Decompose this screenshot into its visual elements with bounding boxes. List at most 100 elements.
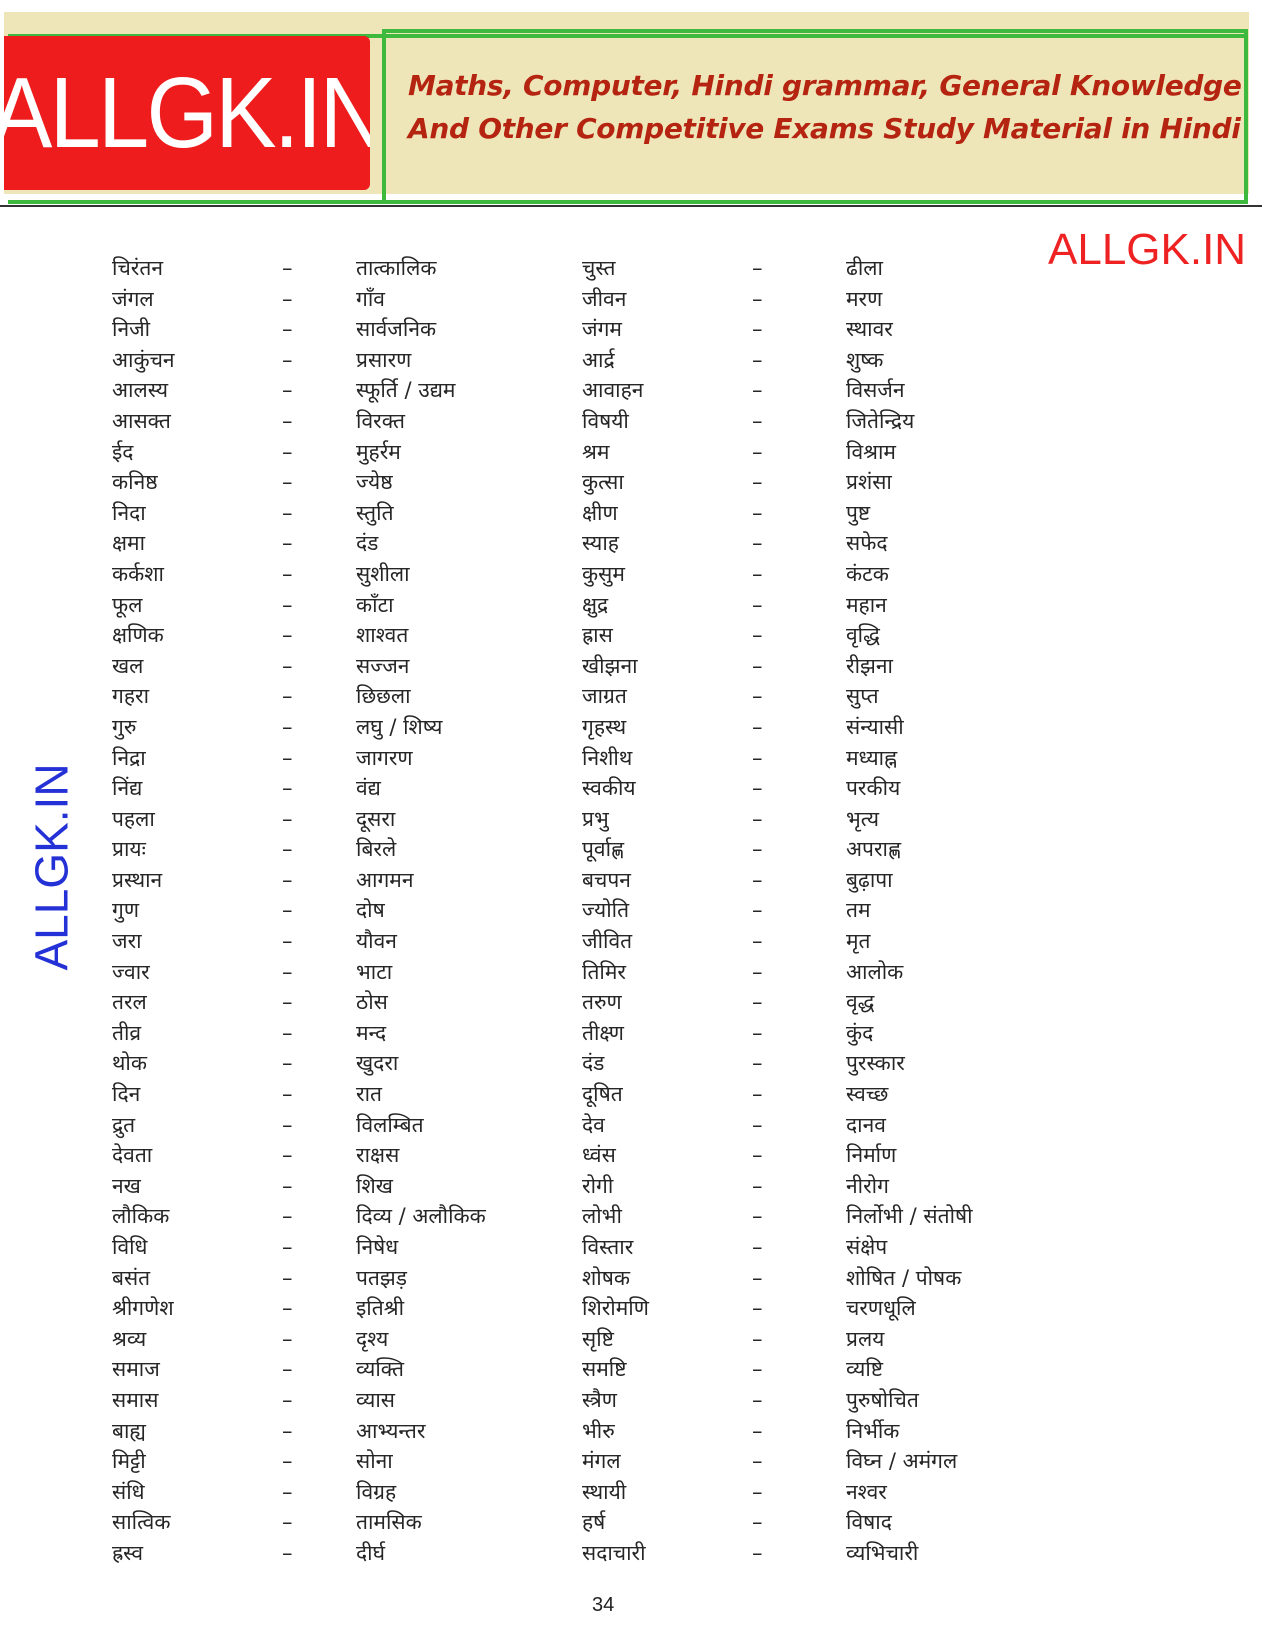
word-col-1: क्षणिक bbox=[112, 623, 164, 648]
dash-2: – bbox=[752, 1449, 763, 1474]
antonym-col-1: सज्जन bbox=[356, 653, 410, 678]
word-col-2: समष्टि bbox=[582, 1357, 627, 1382]
dash-1: – bbox=[282, 745, 293, 770]
word-col-2: मंगल bbox=[582, 1449, 621, 1474]
antonym-col-1: खुदरा bbox=[356, 1051, 399, 1076]
dash-2: – bbox=[752, 1357, 763, 1382]
dash-2: – bbox=[752, 714, 763, 739]
dash-2: – bbox=[752, 1051, 763, 1076]
antonym-col-2: व्यभिचारी bbox=[846, 1540, 919, 1565]
word-col-2: जीवन bbox=[582, 286, 627, 311]
dash-1: – bbox=[282, 959, 293, 984]
dash-1: – bbox=[282, 1020, 293, 1045]
antonym-col-2: विघ्न / अमंगल bbox=[846, 1449, 958, 1474]
word-col-2: दंड bbox=[582, 1051, 605, 1076]
dash-1: – bbox=[282, 1265, 293, 1290]
antonym-col-2: ढीला bbox=[846, 256, 883, 280]
word-col-1: बसंत bbox=[112, 1265, 151, 1290]
dash-2: – bbox=[752, 317, 763, 342]
antonym-col-1: रात bbox=[356, 1082, 382, 1107]
antonym-col-2: प्रलय bbox=[846, 1326, 885, 1351]
dash-2: – bbox=[752, 1479, 763, 1504]
word-col-2: पूर्वाह्ण bbox=[582, 837, 625, 862]
word-col-2: रोगी bbox=[582, 1173, 614, 1198]
dash-1: – bbox=[282, 1449, 293, 1474]
word-col-1: चिरंतन bbox=[112, 256, 163, 280]
site-logo[interactable]: ALLGK.IN bbox=[4, 36, 370, 190]
dash-1: – bbox=[282, 470, 293, 495]
dash-2: – bbox=[752, 684, 763, 709]
dash-2: – bbox=[752, 1112, 763, 1137]
antonym-col-1: दिव्य / अलौकिक bbox=[356, 1204, 486, 1229]
dash-1: – bbox=[282, 286, 293, 311]
dash-2: – bbox=[752, 745, 763, 770]
watermark-left: ALLGK.IN bbox=[25, 763, 78, 971]
word-col-1: ज्वार bbox=[112, 959, 150, 984]
dash-1: – bbox=[282, 1357, 293, 1382]
antonym-col-2: विषाद bbox=[846, 1510, 892, 1535]
antonym-col-1: मुहर्रम bbox=[356, 439, 401, 464]
antonym-col-2: पुष्ट bbox=[846, 500, 871, 525]
antonym-col-1: शाश्वत bbox=[356, 623, 409, 648]
antonym-col-1: लघु / शिष्य bbox=[356, 714, 443, 739]
dash-1: – bbox=[282, 378, 293, 403]
word-col-2: जीवित bbox=[582, 929, 633, 954]
word-col-1: निंद्य bbox=[112, 776, 143, 801]
dash-2: – bbox=[752, 623, 763, 648]
dash-2: – bbox=[752, 1173, 763, 1198]
dash-2: – bbox=[752, 1265, 763, 1290]
antonym-col-2: व्यष्टि bbox=[846, 1357, 884, 1382]
dash-2: – bbox=[752, 1540, 763, 1565]
dash-2: – bbox=[752, 1387, 763, 1412]
word-col-1: विधि bbox=[112, 1235, 148, 1259]
word-col-2: स्थायी bbox=[582, 1479, 627, 1504]
word-col-2: तरुण bbox=[582, 990, 622, 1015]
word-col-1: कनिष्ठ bbox=[112, 470, 158, 495]
table-row: देवता – राक्षस ध्वंस – निर्माण bbox=[112, 1140, 1012, 1171]
dash-2: – bbox=[752, 929, 763, 954]
dash-2: – bbox=[752, 1235, 763, 1259]
word-col-2: जंगम bbox=[582, 317, 622, 342]
dash-2: – bbox=[752, 1418, 763, 1443]
table-row: सात्विक – तामसिक हर्ष – विषाद bbox=[112, 1507, 1012, 1538]
word-col-2: प्रभु bbox=[582, 806, 609, 831]
antonym-col-1: ज्येष्ठ bbox=[356, 470, 393, 495]
antonym-col-2: नीरोग bbox=[846, 1173, 889, 1198]
table-row: आकुंचन – प्रसारण आर्द्र – शुष्क bbox=[112, 345, 1012, 376]
table-row: कर्कशा – सुशीला कुसुम – कंटक bbox=[112, 559, 1012, 590]
dash-2: – bbox=[752, 561, 763, 586]
dash-2: – bbox=[752, 500, 763, 525]
word-col-1: दिन bbox=[112, 1082, 141, 1107]
dash-2: – bbox=[752, 286, 763, 311]
dash-1: – bbox=[282, 929, 293, 954]
dash-2: – bbox=[752, 1020, 763, 1045]
word-col-2: निशीथ bbox=[582, 745, 633, 770]
word-col-1: थोक bbox=[112, 1051, 147, 1076]
antonym-col-1: तामसिक bbox=[356, 1510, 422, 1535]
word-col-1: नख bbox=[112, 1173, 141, 1198]
word-col-2: लोभी bbox=[582, 1204, 622, 1229]
antonym-col-2: वृद्ध bbox=[846, 990, 875, 1015]
word-col-1: तरल bbox=[112, 990, 147, 1015]
table-row: निदा – स्तुति क्षीण – पुष्ट bbox=[112, 498, 1012, 529]
dash-1: – bbox=[282, 1387, 293, 1412]
antonym-col-2: स्वच्छ bbox=[846, 1082, 889, 1107]
dash-1: – bbox=[282, 561, 293, 586]
dash-2: – bbox=[752, 898, 763, 923]
antonym-col-1: दृश्य bbox=[356, 1326, 389, 1351]
word-col-1: आकुंचन bbox=[112, 347, 175, 372]
word-col-2: बचपन bbox=[582, 867, 631, 892]
antonym-col-1: स्तुति bbox=[356, 500, 394, 525]
antonym-col-1: बिरले bbox=[356, 837, 397, 862]
antonym-col-2: तम bbox=[846, 898, 871, 923]
dash-1: – bbox=[282, 684, 293, 709]
word-col-1: समास bbox=[112, 1387, 159, 1412]
word-col-1: ह्रस्व bbox=[112, 1540, 143, 1565]
word-col-2: कुसुम bbox=[582, 561, 625, 586]
table-row: बसंत – पतझड़ शोषक – शोषित / पोषक bbox=[112, 1263, 1012, 1294]
watermark-right: ALLGK.IN bbox=[1048, 225, 1247, 274]
table-row: ज्वार – भाटा तिमिर – आलोक bbox=[112, 957, 1012, 988]
word-col-1: बाह्य bbox=[112, 1418, 146, 1443]
dash-2: – bbox=[752, 1326, 763, 1351]
antonym-col-2: चरणधूलि bbox=[846, 1296, 916, 1321]
